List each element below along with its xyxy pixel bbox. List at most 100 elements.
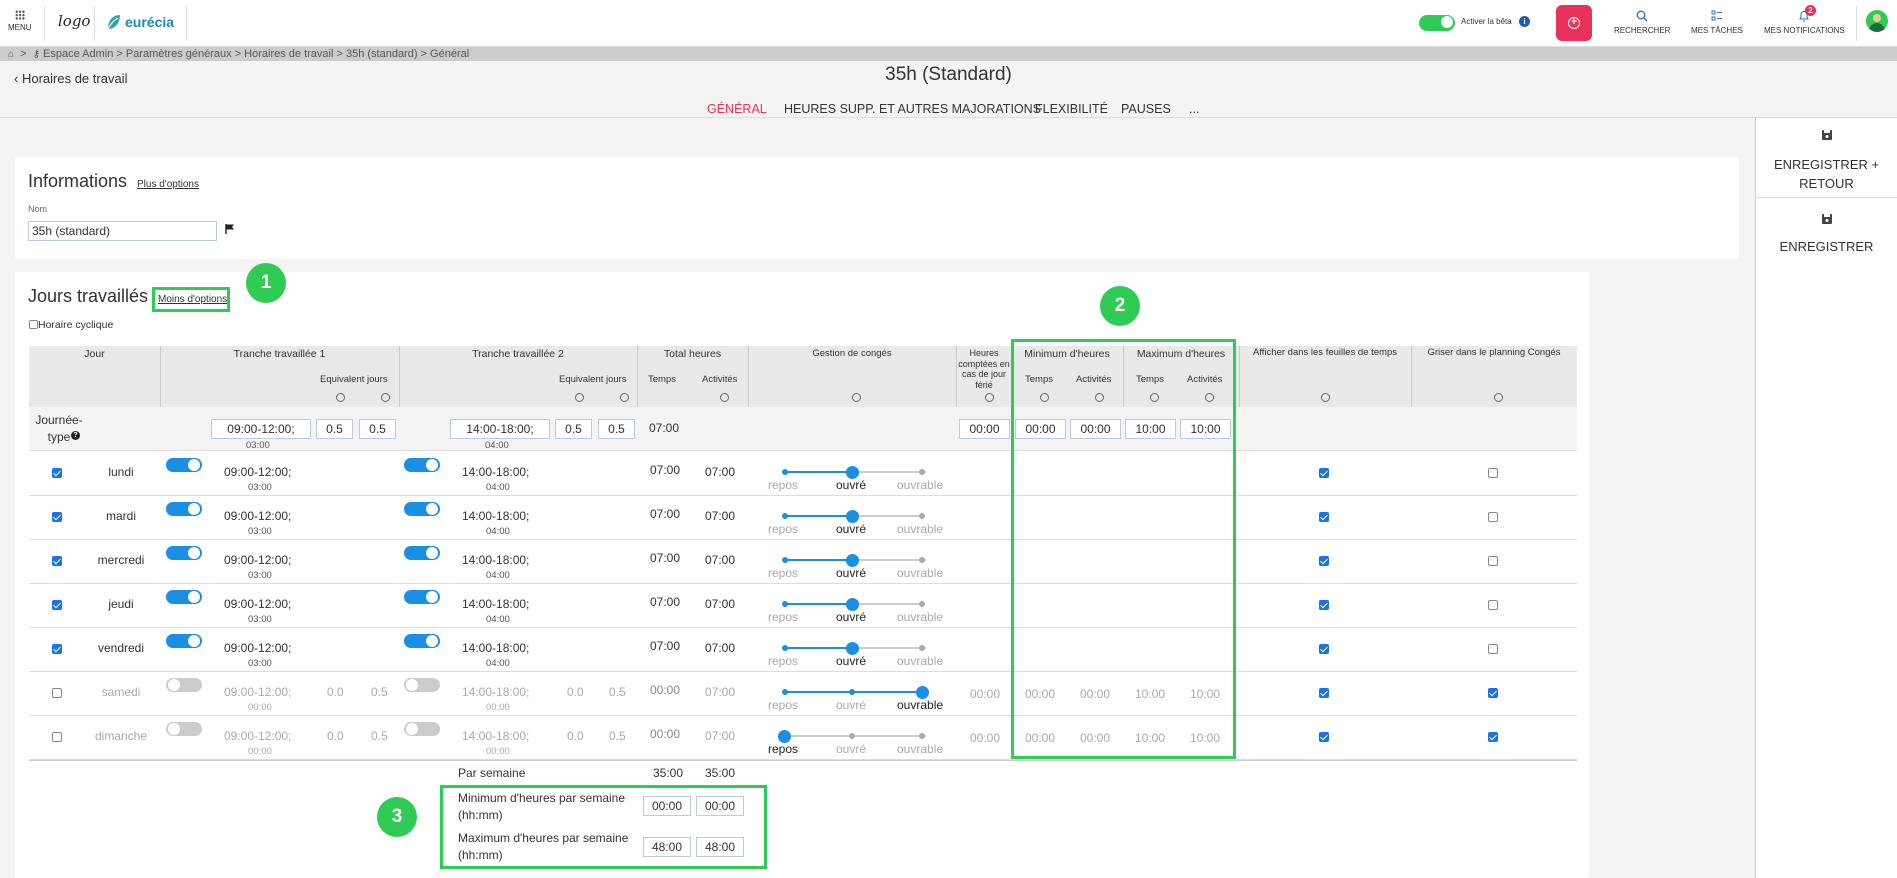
tranche2-toggle[interactable] bbox=[404, 722, 440, 736]
tranche2-value[interactable]: 14:00-18:00; bbox=[462, 553, 529, 567]
day-checkbox[interactable] bbox=[52, 600, 62, 610]
breadcrumb-path[interactable]: Espace Admin > Paramètres généraux > Hor… bbox=[43, 48, 469, 60]
notifications-button[interactable]: MES NOTIFICATIONS bbox=[1764, 10, 1845, 35]
tranche1-toggle[interactable] bbox=[166, 590, 202, 604]
clock-icon[interactable] bbox=[720, 393, 729, 402]
typical-ferie-input[interactable]: 00:00 bbox=[959, 419, 1010, 439]
annotation-box-1 bbox=[152, 287, 230, 312]
help-icon[interactable] bbox=[575, 393, 584, 402]
tasks-button[interactable]: MES TÂCHES bbox=[1691, 10, 1743, 35]
day-checkbox[interactable] bbox=[52, 512, 62, 522]
griser-checkbox[interactable] bbox=[1488, 512, 1498, 522]
tranche2-toggle[interactable] bbox=[404, 634, 440, 648]
griser-checkbox[interactable] bbox=[1488, 600, 1498, 610]
name-field[interactable]: 35h (standard) bbox=[28, 221, 217, 241]
day-checkbox[interactable] bbox=[52, 732, 62, 742]
tab-pauses[interactable]: PAUSES bbox=[1121, 102, 1171, 116]
tranche2-toggle[interactable] bbox=[404, 590, 440, 604]
conges-slider[interactable] bbox=[782, 598, 925, 611]
feuilles-checkbox[interactable] bbox=[1319, 688, 1329, 698]
feuilles-checkbox[interactable] bbox=[1319, 732, 1329, 742]
feuilles-checkbox[interactable] bbox=[1319, 600, 1329, 610]
search-button[interactable]: RECHERCHER bbox=[1614, 10, 1670, 35]
tranche1-value[interactable]: 09:00-12:00; bbox=[224, 597, 291, 611]
feuilles-checkbox[interactable] bbox=[1319, 512, 1329, 522]
day-name: mardi bbox=[105, 509, 136, 523]
griser-checkbox[interactable] bbox=[1488, 468, 1498, 478]
conges-slider[interactable] bbox=[782, 686, 929, 699]
conges-slider[interactable] bbox=[782, 510, 925, 523]
typical-equiv2b-input[interactable]: 0.5 bbox=[598, 419, 635, 439]
flag-icon[interactable] bbox=[224, 223, 236, 235]
tab-flexibilite[interactable]: FLEXIBILITÉ bbox=[1035, 102, 1108, 116]
tranche2-value[interactable]: 14:00-18:00; bbox=[462, 685, 529, 699]
tranche2-value[interactable]: 14:00-18:00; bbox=[462, 641, 529, 655]
clock-icon[interactable] bbox=[985, 393, 994, 402]
tab-general[interactable]: GÉNÉRAL bbox=[707, 102, 767, 116]
typical-equiv1b-input[interactable]: 0.5 bbox=[359, 419, 396, 439]
griser-checkbox[interactable] bbox=[1488, 556, 1498, 566]
typical-equiv2a-input[interactable]: 0.5 bbox=[555, 419, 592, 439]
help-icon[interactable] bbox=[852, 393, 861, 402]
save-return-button[interactable]: ENREGISTRER + RETOUR bbox=[1756, 118, 1897, 198]
griser-checkbox[interactable] bbox=[1488, 644, 1498, 654]
tranche1-toggle[interactable] bbox=[166, 722, 202, 736]
save-button[interactable]: ENREGISTRER bbox=[1756, 198, 1897, 268]
tranche1-toggle[interactable] bbox=[166, 458, 202, 472]
menu-button[interactable]: MENU bbox=[8, 10, 32, 32]
info-icon[interactable]: i bbox=[1519, 16, 1530, 27]
day-checkbox[interactable] bbox=[52, 468, 62, 478]
more-options-link[interactable]: Plus d'options bbox=[137, 179, 199, 190]
griser-checkbox[interactable] bbox=[1488, 688, 1498, 698]
tranche2-value[interactable]: 14:00-18:00; bbox=[462, 729, 529, 743]
day-checkbox[interactable] bbox=[52, 688, 62, 698]
day-checkbox[interactable] bbox=[52, 556, 62, 566]
tranche1-toggle[interactable] bbox=[166, 546, 202, 560]
avatar[interactable] bbox=[1866, 10, 1888, 32]
tranche2-toggle[interactable] bbox=[404, 546, 440, 560]
tranche1-value[interactable]: 09:00-12:00; bbox=[224, 553, 291, 567]
typical-tranche1-input[interactable]: 09:00-12:00; bbox=[211, 419, 311, 439]
clock-icon[interactable] bbox=[1321, 393, 1330, 402]
tranche2-toggle[interactable] bbox=[404, 502, 440, 516]
home-icon[interactable]: ⌂ bbox=[8, 49, 14, 60]
conges-slider[interactable] bbox=[782, 466, 925, 479]
tranche2-toggle[interactable] bbox=[404, 678, 440, 692]
header-griser: Griser dans le planning Congés bbox=[1427, 347, 1561, 358]
header-equiv2: Equivalent jours bbox=[559, 374, 627, 385]
tranche2-value[interactable]: 14:00-18:00; bbox=[462, 597, 529, 611]
tranche1-toggle[interactable] bbox=[166, 502, 202, 516]
beta-toggle[interactable] bbox=[1419, 15, 1455, 31]
tranche1-value[interactable]: 09:00-12:00; bbox=[224, 641, 291, 655]
feuilles-checkbox[interactable] bbox=[1319, 644, 1329, 654]
tranche1-value[interactable]: 09:00-12:00; bbox=[224, 509, 291, 523]
tranche2-value[interactable]: 14:00-18:00; bbox=[462, 465, 529, 479]
slider-label-ouvre: ouvré bbox=[836, 610, 867, 624]
clock-icon[interactable] bbox=[620, 393, 629, 402]
tranche1-toggle[interactable] bbox=[166, 678, 202, 692]
conges-slider[interactable] bbox=[782, 642, 925, 655]
tranche2-value[interactable]: 14:00-18:00; bbox=[462, 509, 529, 523]
conges-slider[interactable] bbox=[782, 554, 925, 567]
tranche1-value[interactable]: 09:00-12:00; bbox=[224, 465, 291, 479]
typical-equiv1a-input[interactable]: 0.5 bbox=[316, 419, 353, 439]
add-button[interactable]: + bbox=[1556, 5, 1592, 41]
cyclic-checkbox[interactable] bbox=[29, 320, 38, 329]
tab-heures-supp[interactable]: HEURES SUPP. ET AUTRES MAJORATIONS bbox=[784, 102, 1041, 116]
save-label: ENREGISTRER bbox=[1779, 238, 1874, 254]
feuilles-checkbox[interactable] bbox=[1319, 556, 1329, 566]
help-icon[interactable] bbox=[336, 393, 345, 402]
help-icon[interactable] bbox=[1494, 393, 1503, 402]
tab-more[interactable]: ... bbox=[1189, 102, 1199, 116]
griser-checkbox[interactable] bbox=[1488, 732, 1498, 742]
tranche2-toggle[interactable] bbox=[404, 458, 440, 472]
tranche1-value[interactable]: 09:00-12:00; bbox=[224, 729, 291, 743]
tranche1-toggle[interactable] bbox=[166, 634, 202, 648]
conges-slider[interactable] bbox=[778, 730, 925, 743]
help-icon[interactable]: ? bbox=[71, 431, 80, 440]
tranche1-value[interactable]: 09:00-12:00; bbox=[224, 685, 291, 699]
day-checkbox[interactable] bbox=[52, 644, 62, 654]
typical-tranche2-input[interactable]: 14:00-18:00; bbox=[450, 419, 550, 439]
clock-icon[interactable] bbox=[381, 393, 390, 402]
feuilles-checkbox[interactable] bbox=[1319, 468, 1329, 478]
